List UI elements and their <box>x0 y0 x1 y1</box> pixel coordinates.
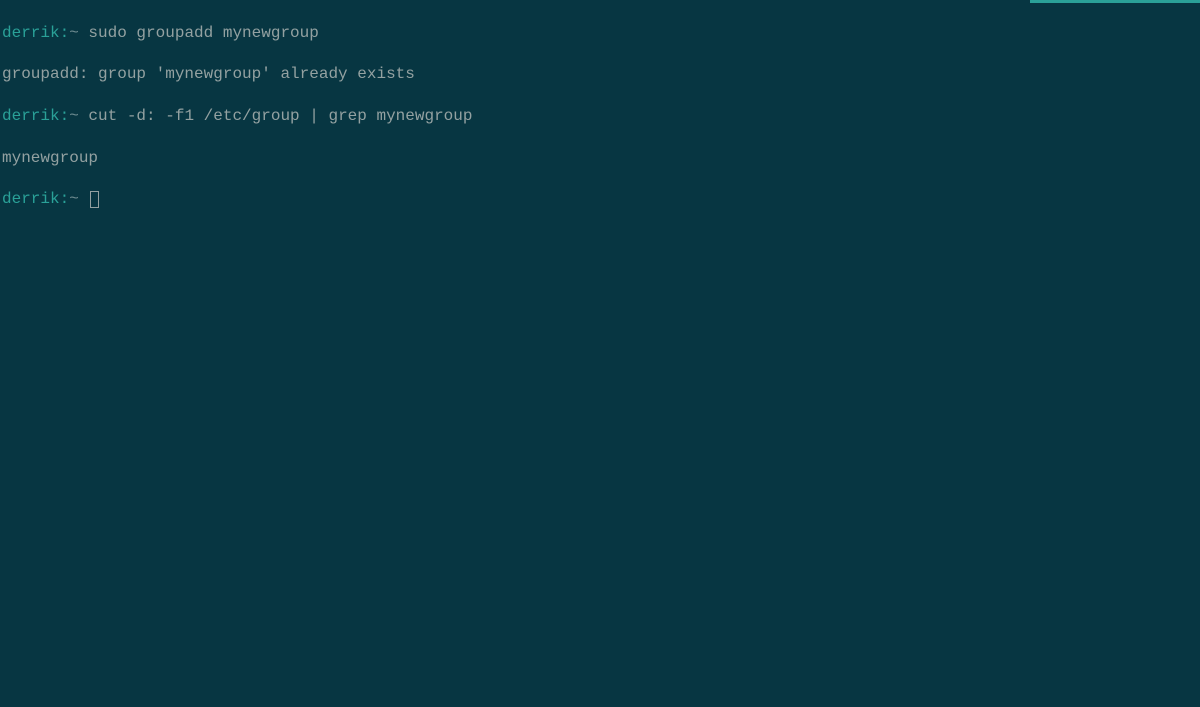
output-text: groupadd: group 'mynewgroup' already exi… <box>2 65 415 83</box>
prompt-separator: : <box>60 107 70 125</box>
prompt-separator: : <box>60 190 70 208</box>
prompt-path: ~ <box>69 24 88 42</box>
prompt-path: ~ <box>69 190 88 208</box>
prompt-user: derrik <box>2 24 60 42</box>
terminal-line: derrik:~ <box>2 189 1198 210</box>
prompt-user: derrik <box>2 190 60 208</box>
terminal-area[interactable]: derrik:~ sudo groupadd mynewgroup groupa… <box>2 2 1198 231</box>
command-text: sudo groupadd mynewgroup <box>88 24 318 42</box>
command-text: cut -d: -f1 /etc/group | grep mynewgroup <box>88 107 472 125</box>
terminal-line: derrik:~ cut -d: -f1 /etc/group | grep m… <box>2 106 1198 127</box>
prompt-path: ~ <box>69 107 88 125</box>
terminal-line: derrik:~ sudo groupadd mynewgroup <box>2 23 1198 44</box>
scrollbar-indicator[interactable] <box>1030 0 1200 3</box>
prompt-user: derrik <box>2 107 60 125</box>
terminal-line: mynewgroup <box>2 148 1198 169</box>
prompt-separator: : <box>60 24 70 42</box>
terminal-line: groupadd: group 'mynewgroup' already exi… <box>2 64 1198 85</box>
cursor-block <box>90 191 99 208</box>
output-text: mynewgroup <box>2 149 98 167</box>
